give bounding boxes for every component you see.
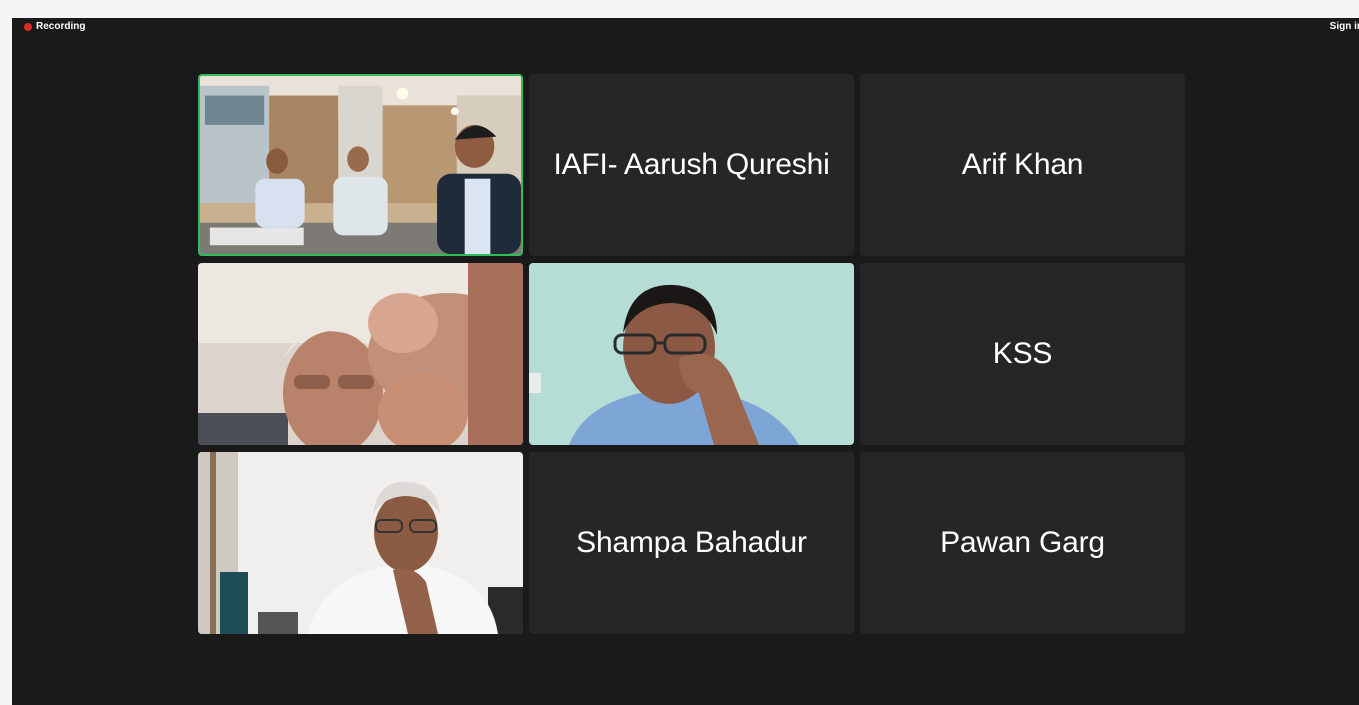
participant-name: KSS (992, 337, 1053, 370)
video-feed-participant (198, 263, 523, 445)
participant-name: Shampa Bahadur (576, 526, 807, 559)
recording-dot-icon (24, 22, 32, 31)
participant-name-tile[interactable]: IAFI- Aarush Qureshi (529, 74, 854, 256)
recording-indicator[interactable]: Recording (24, 21, 85, 32)
participant-name: Arif Khan (961, 148, 1084, 181)
participant-name-tile[interactable]: KSS (860, 263, 1185, 445)
participant-video-tile[interactable] (198, 74, 523, 256)
video-feed-participant (529, 263, 854, 445)
participant-name: Pawan Garg (940, 526, 1105, 559)
gallery-view: IAFI- Aarush Qureshi Arif Khan KSS Shamp… (198, 74, 1185, 634)
participant-video-tile[interactable] (529, 263, 854, 445)
video-feed-participant (198, 452, 523, 634)
participant-name-tile[interactable]: Pawan Garg (860, 452, 1185, 634)
participant-name-tile[interactable]: Arif Khan (860, 74, 1185, 256)
participant-name-tile[interactable]: Shampa Bahadur (529, 452, 854, 634)
sign-in-button[interactable]: Sign in (1330, 21, 1359, 32)
participant-video-tile[interactable] (198, 452, 523, 634)
recording-label: Recording (36, 21, 86, 32)
meeting-window: Recording Sign in (12, 18, 1359, 705)
participant-name: IAFI- Aarush Qureshi (553, 148, 830, 181)
top-bar: Recording Sign in (12, 18, 1359, 38)
video-feed-conference-room (200, 76, 521, 254)
participant-video-tile[interactable] (198, 263, 523, 445)
